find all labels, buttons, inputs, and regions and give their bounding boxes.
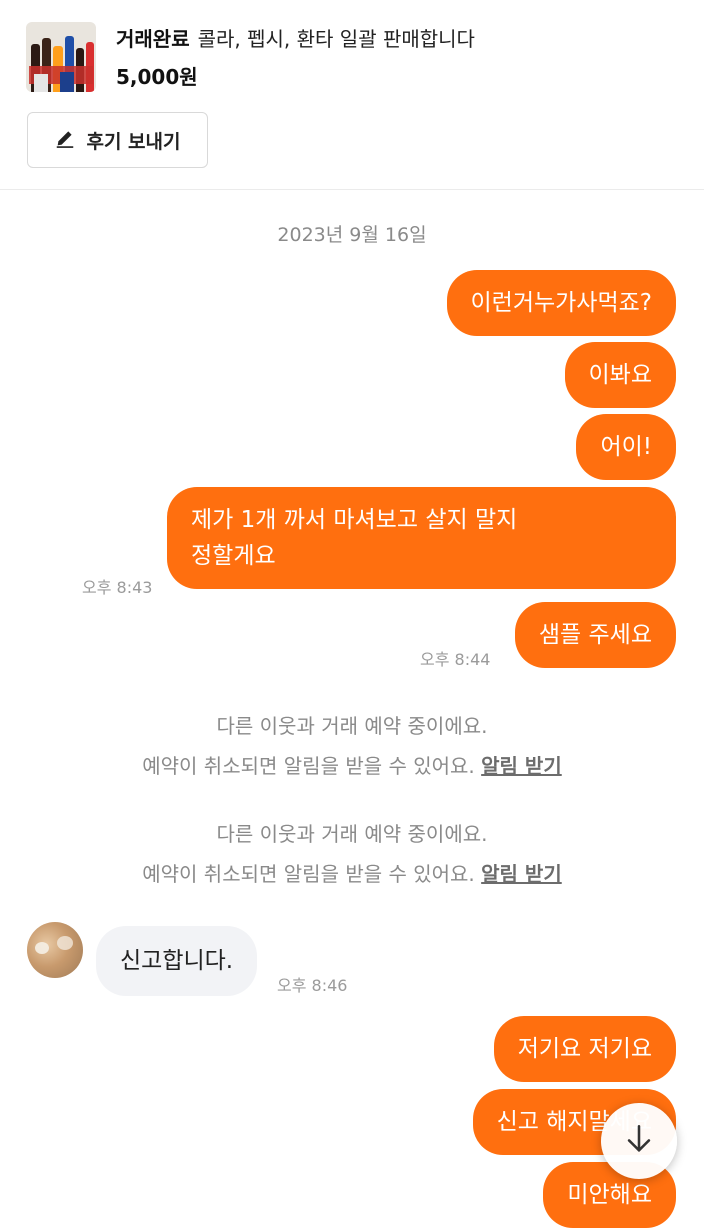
message-text-line-2: 정할게요 bbox=[191, 543, 276, 569]
message-time: 오후 8:43 bbox=[82, 578, 153, 597]
date-divider: 2023년 9월 16일 bbox=[277, 224, 427, 246]
message-text: 이런거누가사먹죠? bbox=[470, 290, 653, 316]
message-time: 오후 8:46 bbox=[277, 976, 348, 995]
notice-line-2: 예약이 취소되면 알림을 받을 수 있어요. bbox=[142, 862, 475, 886]
product-title[interactable]: 거래완료 콜라, 펩시, 환타 일괄 판매합니다 bbox=[116, 24, 475, 54]
message-text: 저기요 저기요 bbox=[517, 1036, 652, 1062]
notice-line-1: 다른 이웃과 거래 예약 중이에요. bbox=[216, 714, 488, 738]
chat-header: 거래완료 콜라, 펩시, 환타 일괄 판매합니다 5,000원 후기 보내기 bbox=[0, 0, 704, 190]
message-text: 이봐요 bbox=[588, 362, 652, 388]
sender-avatar[interactable] bbox=[27, 922, 83, 978]
product-thumbnail[interactable] bbox=[26, 22, 96, 92]
get-notification-link[interactable]: 알림 받기 bbox=[481, 862, 562, 886]
reservation-notice: 다른 이웃과 거래 예약 중이에요. 예약이 취소되면 알림을 받을 수 있어요… bbox=[0, 814, 704, 894]
outgoing-message[interactable]: 이봐요 bbox=[564, 342, 676, 408]
send-review-button[interactable]: 후기 보내기 bbox=[27, 112, 208, 168]
message-text: 샘플 주세요 bbox=[538, 622, 652, 648]
notice-line-2: 예약이 취소되면 알림을 받을 수 있어요. bbox=[142, 754, 475, 778]
incoming-message[interactable]: 신고합니다. bbox=[96, 926, 258, 996]
arrow-down-icon bbox=[622, 1122, 656, 1160]
product-name: 콜라, 펩시, 환타 일괄 판매합니다 bbox=[197, 27, 475, 51]
trade-status: 거래완료 bbox=[116, 27, 190, 51]
send-review-label: 후기 보내기 bbox=[86, 130, 181, 153]
notice-line-1: 다른 이웃과 거래 예약 중이에요. bbox=[216, 822, 488, 846]
product-price: 5,000원 bbox=[116, 65, 198, 89]
message-text-line-1: 제가 1개 까서 마셔보고 살지 말지 bbox=[191, 507, 518, 533]
get-notification-link[interactable]: 알림 받기 bbox=[481, 754, 562, 778]
message-text: 신고합니다. bbox=[120, 948, 234, 974]
reservation-notice: 다른 이웃과 거래 예약 중이에요. 예약이 취소되면 알림을 받을 수 있어요… bbox=[0, 706, 704, 786]
scroll-to-bottom-button[interactable] bbox=[601, 1103, 677, 1179]
message-time: 오후 8:44 bbox=[420, 650, 491, 669]
outgoing-message[interactable]: 샘플 주세요 bbox=[514, 602, 676, 668]
message-text: 미안해요 bbox=[567, 1182, 652, 1208]
outgoing-message[interactable]: 제가 1개 까서 마셔보고 살지 말지 정할게요 bbox=[167, 487, 676, 589]
outgoing-message[interactable]: 어이! bbox=[576, 414, 676, 480]
outgoing-message[interactable]: 저기요 저기요 bbox=[493, 1016, 676, 1082]
outgoing-message[interactable]: 이런거누가사먹죠? bbox=[446, 270, 676, 336]
pencil-icon bbox=[54, 127, 76, 154]
message-text: 어이! bbox=[600, 434, 652, 460]
